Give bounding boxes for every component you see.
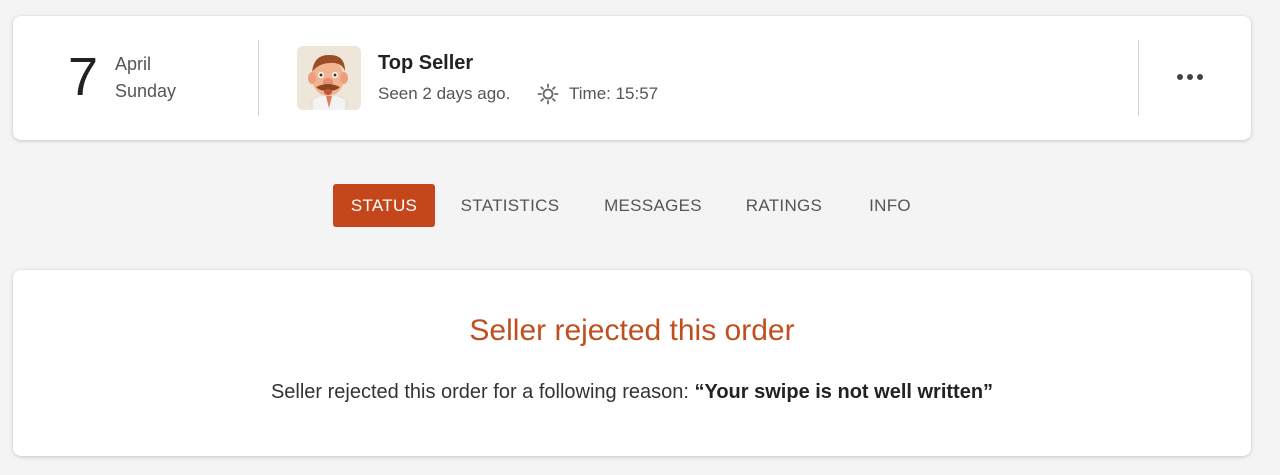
tab-info[interactable]: INFO <box>858 184 922 227</box>
rejection-reason: “Your swipe is not well written” <box>694 381 994 403</box>
divider <box>1138 40 1139 116</box>
divider <box>258 40 259 116</box>
sun-icon <box>537 83 559 105</box>
order-header-card: 7 April Sunday Top Seller Seen 2 days ag… <box>13 16 1251 140</box>
tab-status[interactable]: STATUS <box>333 184 435 227</box>
status-card: Seller rejected this order Seller reject… <box>13 270 1251 456</box>
tab-statistics[interactable]: STATISTICS <box>451 184 569 227</box>
reason-prefix: Seller rejected this order for a followi… <box>270 381 695 403</box>
last-seen-text: Seen 2 days ago. <box>378 84 511 103</box>
day-number: 7 <box>68 47 99 107</box>
tab-messages[interactable]: MESSAGES <box>593 184 713 227</box>
time-text: Time: 15:57 <box>569 84 659 103</box>
more-options-icon <box>1187 74 1193 80</box>
more-options-icon <box>1197 74 1203 80</box>
more-options-icon <box>1177 74 1183 80</box>
seller-name[interactable]: Top Seller <box>378 52 473 75</box>
more-options-button[interactable] <box>1172 64 1208 90</box>
seller-avatar[interactable] <box>297 46 361 110</box>
tab-ratings[interactable]: RATINGS <box>736 184 832 227</box>
weekday-label: Sunday <box>115 81 177 101</box>
rejection-reason-text: Seller rejected this order for a followi… <box>13 381 1251 404</box>
status-title: Seller rejected this order <box>469 314 795 347</box>
month-label: April <box>115 54 152 74</box>
